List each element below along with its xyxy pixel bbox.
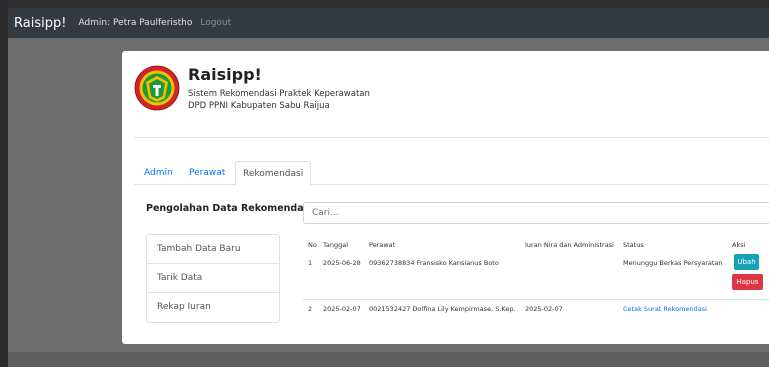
tab-admin[interactable]: Admin [137,161,180,186]
row-iuran: 2025-02-07 [525,305,563,313]
top-navbar: Raisipp! Admin: Petra Paulferistho Logou… [8,8,769,38]
row-tanggal: 2025-06-28 [323,259,361,267]
row-perawat: 09362738834 Fransisko Kansianus Boto [369,259,499,267]
logout-link[interactable]: Logout [200,18,231,28]
search-input[interactable] [303,202,769,224]
ppni-logo-icon [134,65,180,111]
header-divider [134,137,769,138]
sidebar-item-tambah-data-baru[interactable]: Tambah Data Baru [147,235,279,264]
row-perawat: 0021532427 Dolfina Lily Kempirmase, S.Ke… [369,305,516,313]
row-no: 2 [308,305,313,313]
column-header-perawat: Perawat [369,241,396,249]
row-tanggal: 2025-02-07 [323,305,361,313]
column-header-iuran: Iuran Nira dan Administrasi [525,241,614,249]
sidebar-item-rekap-iuran[interactable]: Rekap Iuran [147,293,279,322]
column-header-aksi: Aksi [732,241,746,249]
sidebar-menu: Tambah Data Baru Tarik Data Rekap Iuran [146,234,280,323]
column-header-tanggal: Tanggal [323,241,349,249]
table-row: 2 2025-02-07 0021532427 Dolfina Lily Kem… [303,299,769,315]
row-no: 1 [308,259,313,267]
page-backdrop-bottom [8,352,769,367]
app-subtitle-2: DPD PPNI Kabupaten Sabu Raijua [188,101,330,111]
app-subtitle-1: Sistem Rekomendasi Praktek Keperawatan [188,89,370,99]
window-edge [0,0,8,367]
app-title-block: Raisipp! Sistem Rekomendasi Praktek Kepe… [188,63,370,112]
navbar-brand[interactable]: Raisipp! [14,16,66,31]
app-header: Raisipp! Sistem Rekomendasi Praktek Kepe… [134,63,370,112]
column-header-no: No [308,241,317,249]
row-status: Menunggu Berkas Persyaratan [623,259,723,267]
main-card: Raisipp! Sistem Rekomendasi Praktek Kepe… [122,51,769,344]
column-header-status: Status [623,241,644,249]
edit-button[interactable]: Ubah [734,254,759,270]
tab-rekomendasi[interactable]: Rekomendasi [235,161,312,186]
print-recommendation-link[interactable]: Cetak Surat Rekomendasi [623,305,707,313]
tab-perawat[interactable]: Perawat [182,161,232,186]
table-row: 1 2025-06-28 09362738834 Fransisko Kansi… [303,254,769,293]
tab-bar: Admin Perawat Rekomendasi [134,161,769,186]
sidebar-title: Pengolahan Data Rekomendasi [146,203,313,214]
delete-button[interactable]: Hapus [732,274,763,290]
sidebar-item-tarik-data[interactable]: Tarik Data [147,264,279,293]
app-title: Raisipp! [188,65,262,84]
navbar-user: Admin: Petra Paulferistho [78,18,193,28]
